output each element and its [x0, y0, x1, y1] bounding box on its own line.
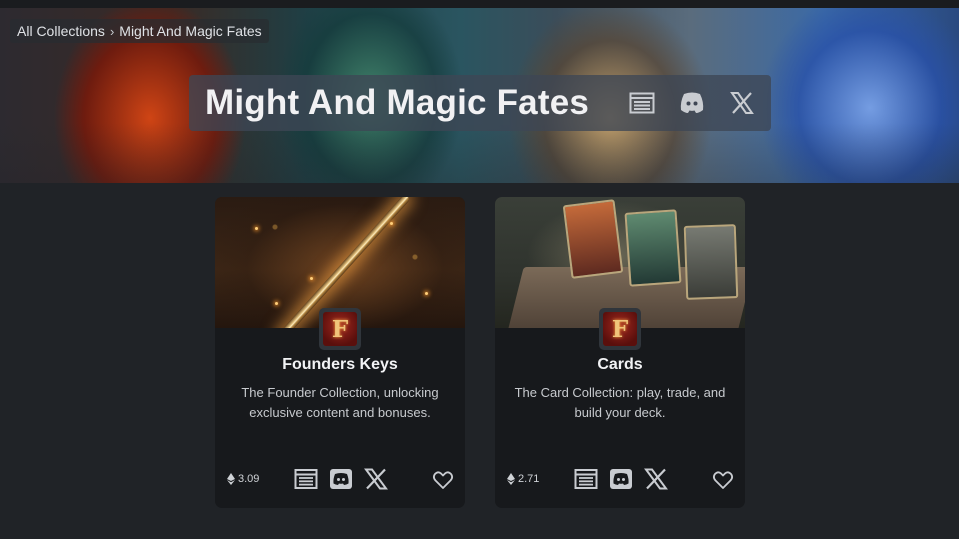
- spark: [255, 227, 258, 230]
- card-title: Cards: [597, 356, 643, 373]
- spark: [425, 292, 428, 295]
- breadcrumb-separator: ›: [109, 23, 115, 39]
- collection-emblem: F: [599, 308, 641, 350]
- card-title: Founders Keys: [282, 356, 398, 373]
- breadcrumb: All Collections › Might And Magic Fates: [10, 19, 269, 43]
- collection-card-founders-keys[interactable]: F Founders Keys The Founder Collection, …: [215, 197, 465, 508]
- website-icon[interactable]: [629, 90, 655, 116]
- discord-icon[interactable]: [609, 467, 633, 491]
- trading-card-illustration: [562, 199, 624, 279]
- breadcrumb-all-collections-link[interactable]: All Collections: [17, 23, 105, 39]
- collection-hero-banner: All Collections › Might And Magic Fates …: [0, 8, 959, 183]
- price-value: 3.09: [238, 473, 260, 485]
- card-footer: 2.71: [495, 467, 745, 493]
- card-social-icons: [294, 467, 399, 491]
- x-icon[interactable]: [644, 467, 668, 491]
- emblem-letter: F: [323, 312, 357, 346]
- floor-price: 2.71: [507, 473, 539, 485]
- x-icon[interactable]: [729, 90, 755, 116]
- favorite-heart-icon[interactable]: [712, 469, 734, 491]
- trading-card-illustration: [683, 224, 739, 300]
- ethereum-icon: [227, 473, 235, 485]
- title-social-icons: [629, 90, 779, 116]
- website-icon[interactable]: [574, 467, 598, 491]
- website-icon[interactable]: [294, 467, 318, 491]
- floor-price: 3.09: [227, 473, 259, 485]
- card-footer: 3.09: [215, 467, 465, 493]
- emblem-letter: F: [603, 312, 637, 346]
- price-value: 2.71: [518, 473, 540, 485]
- trading-card-illustration: [624, 209, 682, 287]
- favorite-heart-icon[interactable]: [432, 469, 454, 491]
- spark: [310, 277, 313, 280]
- ethereum-icon: [507, 473, 515, 485]
- top-strip: [0, 0, 959, 8]
- breadcrumb-current: Might And Magic Fates: [119, 23, 262, 39]
- page-title: Might And Magic Fates: [205, 83, 590, 122]
- collection-title-box: Might And Magic Fates: [189, 75, 771, 131]
- spark: [275, 302, 278, 305]
- card-description: The Card Collection: play, trade, and bu…: [514, 385, 726, 420]
- x-icon[interactable]: [364, 467, 388, 491]
- discord-icon[interactable]: [329, 467, 353, 491]
- spark: [390, 222, 393, 225]
- card-description: The Founder Collection, unlocking exclus…: [241, 385, 439, 420]
- collection-card-cards[interactable]: F Cards The Card Collection: play, trade…: [495, 197, 745, 508]
- discord-icon[interactable]: [679, 90, 705, 116]
- card-social-icons: [574, 467, 679, 491]
- collection-emblem: F: [319, 308, 361, 350]
